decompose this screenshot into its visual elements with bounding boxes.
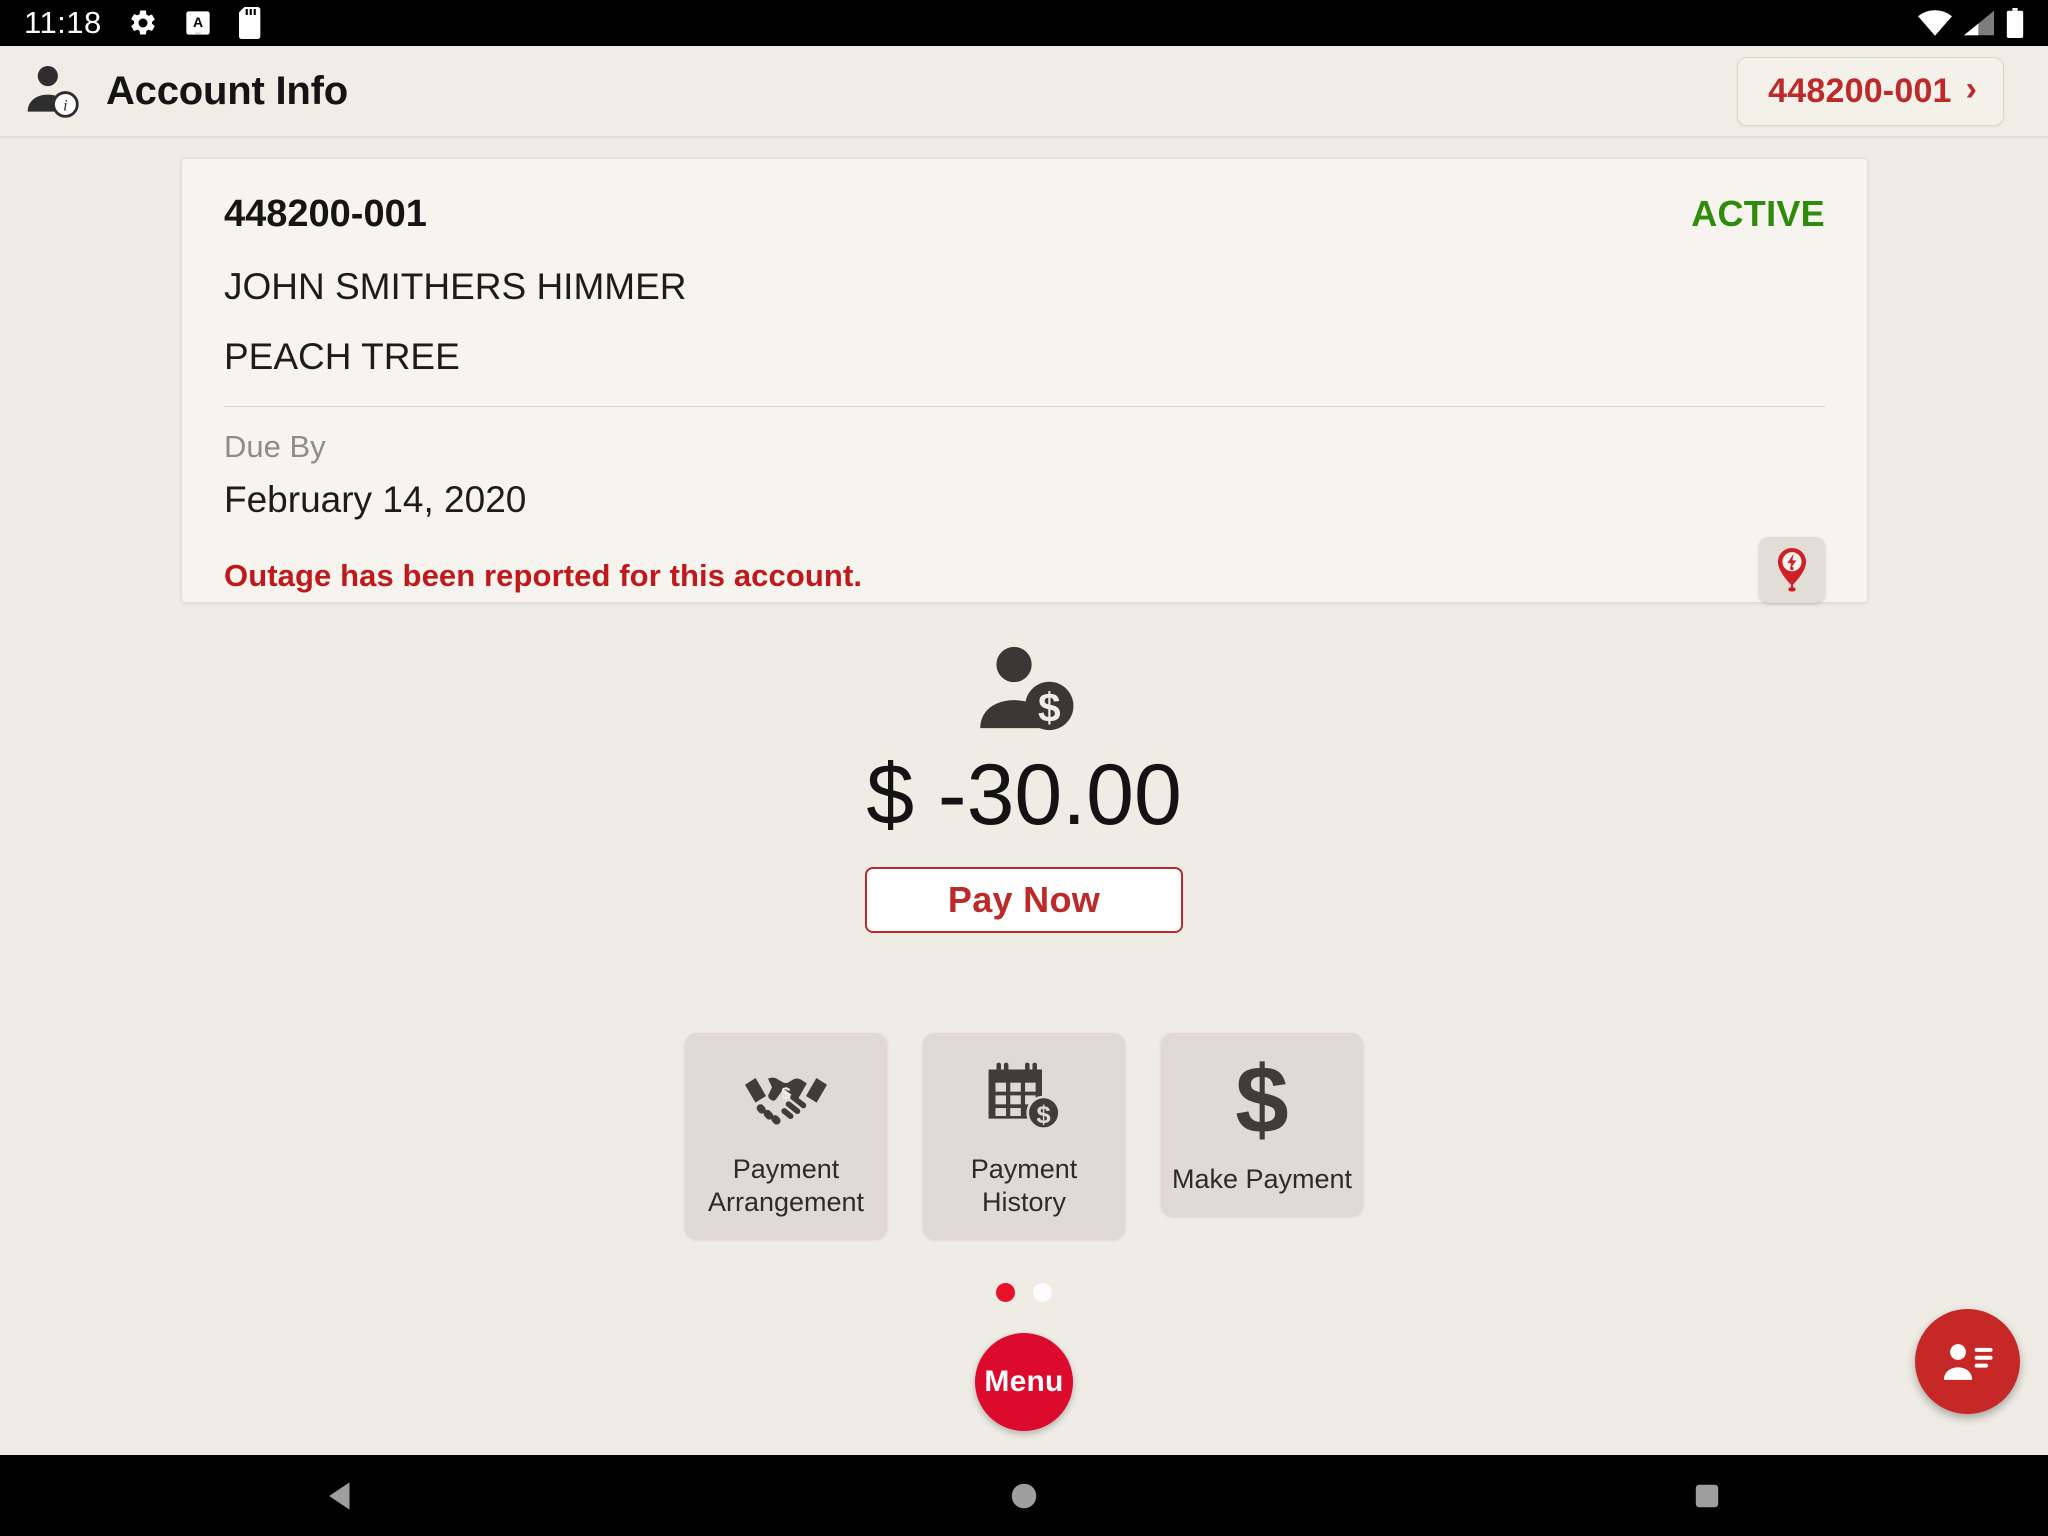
tile-label-line2: Arrangement [707,1186,865,1217]
tile-label-line2: History [981,1186,1066,1217]
card-divider [224,406,1825,407]
header-left-group: i Account Info [22,60,348,122]
svg-text:i: i [63,98,67,115]
contact-list-icon [1941,1337,1995,1387]
svg-text:$: $ [1037,1101,1051,1129]
sd-card-icon [238,7,264,39]
tile-payment-arrangement[interactable]: $ Payment Arrangement [685,1033,887,1239]
pagination-dot-active[interactable] [996,1283,1015,1302]
wifi-icon [1918,10,1952,36]
tile-label-payment-history: Payment History [971,1153,1078,1219]
customer-name: JOHN SMITHERS HIMMER [224,266,687,307]
svg-text:$: $ [1038,684,1061,730]
status-bar-right [1918,8,2024,38]
balance-amount: $ -30.00 [866,747,1182,843]
nav-home-button[interactable] [924,1455,1124,1536]
recents-square-icon [1693,1482,1721,1510]
card-top-row: 448200-001 ACTIVE [224,193,1825,236]
outage-row: Outage has been reported for this accoun… [224,537,1825,609]
pagination-dot-inactive[interactable] [1033,1283,1052,1302]
account-info-icon: i [22,60,84,122]
battery-icon [2006,8,2024,38]
account-selector-label: 448200-001 [1768,71,1952,110]
menu-button[interactable]: Menu [975,1333,1073,1431]
service-address: PEACH TREE [224,336,460,377]
due-by-label: Due By [224,429,326,464]
carousel-pagination[interactable] [0,1283,2048,1302]
gear-icon [128,8,158,38]
pay-now-button[interactable]: Pay Now [865,867,1183,933]
status-bar-left: 11:18 A ... [24,5,264,41]
app-header: i Account Info 448200-001 › [0,46,2048,136]
svg-text:$: $ [781,1084,791,1103]
due-by-date: February 14, 2020 [224,479,527,520]
tile-label-payment-arrangement: Payment Arrangement [708,1153,864,1219]
menu-button-label: Menu [984,1365,1064,1398]
contacts-fab-button[interactable] [1915,1309,2020,1414]
outage-pin-icon [1770,546,1814,594]
tile-label-line1: Payment [732,1154,840,1184]
android-nav-bar [0,1455,2048,1536]
outage-pin-button[interactable] [1759,537,1825,603]
dollar-sign-icon: $ [1229,1055,1295,1147]
balance-section: $ $ -30.00 Pay Now [0,640,2048,933]
account-number: 448200-001 [224,193,427,235]
account-selector-button[interactable]: 448200-001 › [1737,56,2004,126]
calendar-dollar-icon: $ [984,1059,1064,1137]
home-circle-icon [1009,1481,1039,1511]
quick-actions-row: $ Payment Arrangement $ Payment History … [0,1033,2048,1239]
status-badge: ACTIVE [1691,193,1825,234]
chevron-right-icon: › [1965,70,1977,108]
tile-label-make-payment: Make Payment [1172,1163,1352,1196]
svg-text:$: $ [1235,1055,1288,1147]
page-title: Account Info [106,68,349,113]
customer-balance-icon: $ [970,640,1078,732]
outage-message: Outage has been reported for this accoun… [224,558,863,593]
svg-text:...: ... [195,29,201,36]
handshake-dollar-icon: $ [742,1059,830,1137]
tile-label-line1: Make Payment [1171,1164,1353,1194]
status-bar: 11:18 A ... [0,0,2048,46]
nav-recents-button[interactable] [1607,1455,1807,1536]
back-triangle-icon [324,1479,358,1513]
tile-label-line1: Payment [970,1154,1078,1184]
nav-back-button[interactable] [241,1455,441,1536]
tile-make-payment[interactable]: $ Make Payment [1161,1033,1363,1216]
app-root: 11:18 A ... i Account Info 448200-001 › … [0,0,2048,1536]
cellular-signal-icon [1964,10,1994,36]
a-letter-box-icon: A ... [184,9,212,37]
status-bar-clock: 11:18 [24,5,102,40]
tile-payment-history[interactable]: $ Payment History [923,1033,1125,1239]
account-summary-card[interactable]: 448200-001 ACTIVE JOHN SMITHERS HIMMER P… [181,158,1868,603]
